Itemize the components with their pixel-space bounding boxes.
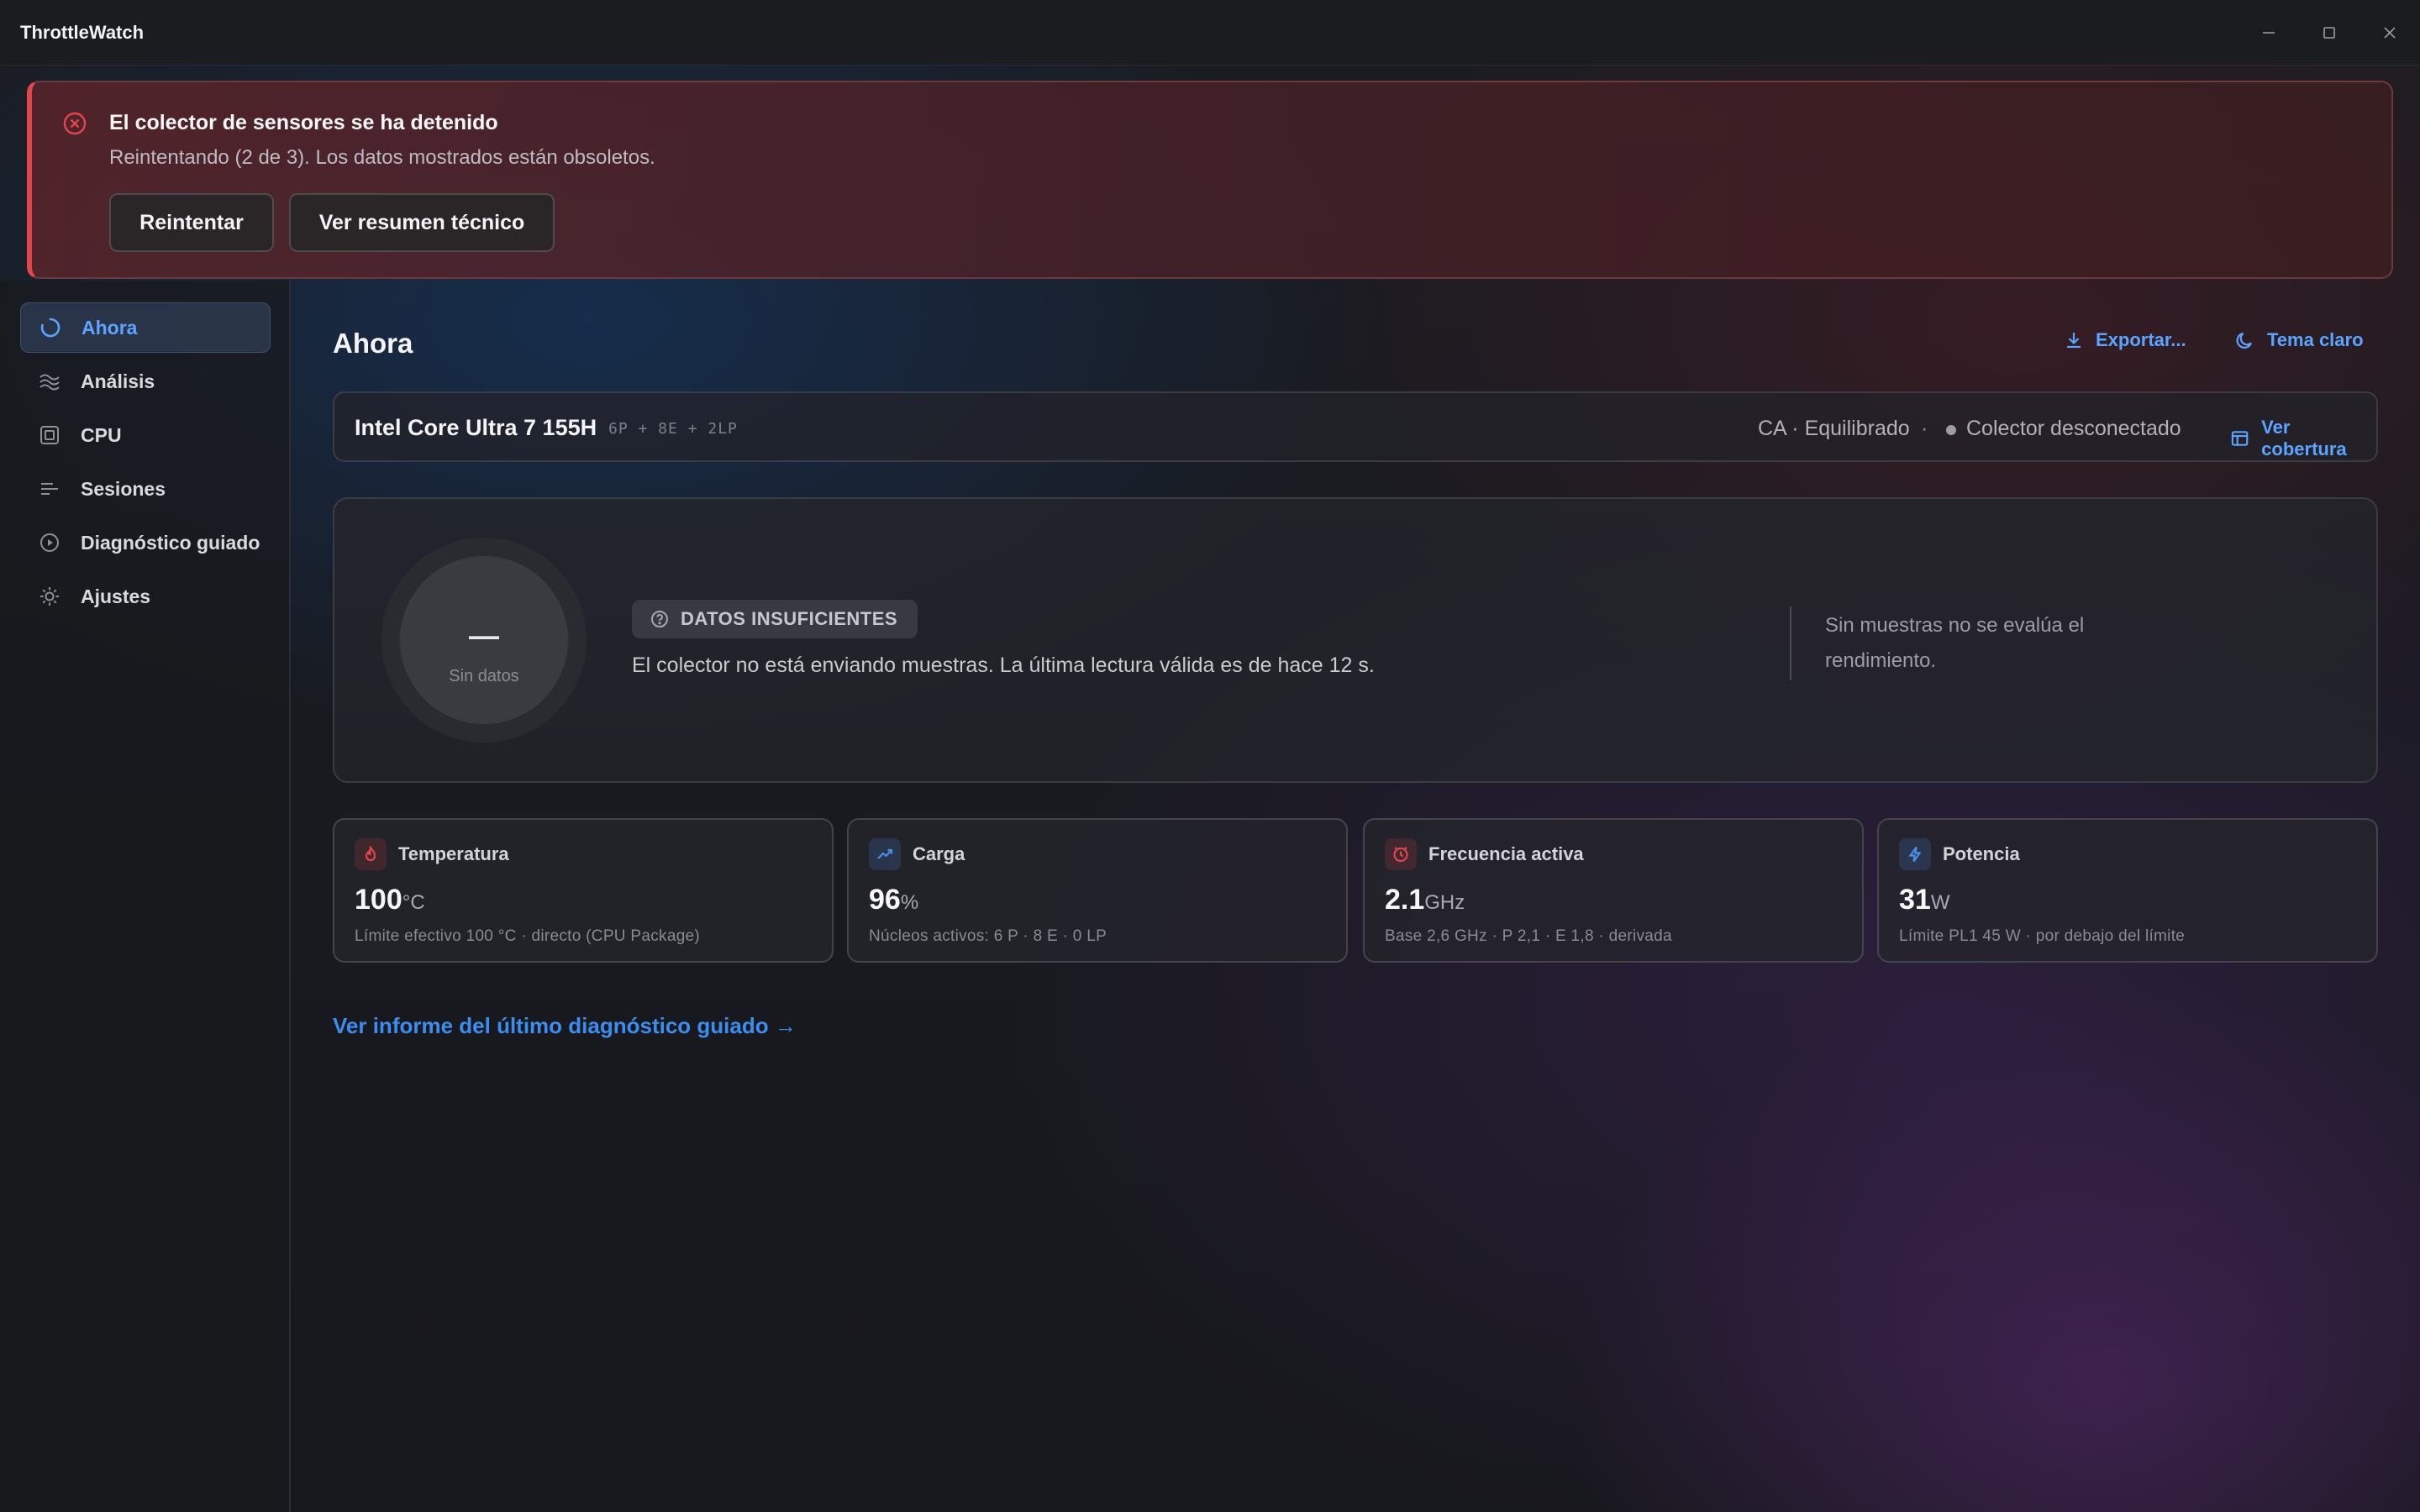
status-dot <box>1946 425 1956 435</box>
error-circle-icon <box>63 112 87 135</box>
maximize-button[interactable] <box>2299 0 2360 66</box>
sidebar-item-ahora[interactable]: Ahora <box>20 302 271 353</box>
app-title: ThrottleWatch <box>20 21 145 43</box>
evaluation-note: Sin muestras no se evalúa el rendimiento… <box>1825 614 2085 672</box>
main-content: Ahora Exportar... Tema claro Intel Core … <box>292 281 2420 1512</box>
flame-icon <box>355 838 387 870</box>
metric-detail: Núcleos activos: 6 P · 8 E · 0 LP <box>869 927 1107 945</box>
metric-value: 31W <box>1899 884 1949 916</box>
sidebar-item-label: Diagnóstico guiado <box>81 531 260 554</box>
sidebar-item-diagnostico[interactable]: Diagnóstico guiado <box>20 517 271 568</box>
power-value: 31 <box>1899 884 1931 916</box>
metric-detail: Base 2,6 GHz · P 2,1 · E 1,8 · derivada <box>1385 927 1672 945</box>
sidebar-item-label: Análisis <box>81 370 155 392</box>
banner-title: El colector de sensores se ha detenido <box>109 111 498 134</box>
frequency-value: 2.1 <box>1385 884 1425 916</box>
download-icon <box>2067 333 2081 349</box>
spinner-icon <box>39 317 61 339</box>
layout-icon <box>2231 431 2249 446</box>
waves-icon <box>39 370 60 392</box>
gear-icon <box>39 585 60 607</box>
sidebar-item-analisis[interactable]: Análisis <box>20 356 271 407</box>
coverage-label: Ver cobertura <box>2261 417 2347 459</box>
maximize-icon <box>2323 27 2335 39</box>
export-label: Exportar... <box>2096 329 2186 350</box>
metric-card-temperature: Temperatura 100°C Límite efectivo 100 °C… <box>333 818 834 963</box>
collector-status: Colector desconectado <box>1966 417 2181 440</box>
metric-card-power: Potencia 31W Límite PL1 45 W · por debaj… <box>1877 818 2378 963</box>
chip-icon <box>39 424 60 446</box>
cpu-core-config: 6P + 8E + 2LP <box>608 420 738 438</box>
temperature-unit: °C <box>402 891 425 914</box>
title-bar: ThrottleWatch <box>0 0 2420 66</box>
page-title: Ahora <box>333 328 413 359</box>
sidebar-item-sesiones[interactable]: Sesiones <box>20 464 271 514</box>
cpu-info-bar: Intel Core Ultra 7 155H 6P + 8E + 2LP CA… <box>333 391 2378 462</box>
clock-icon <box>1385 838 1417 870</box>
metric-card-load: Carga 96% Núcleos activos: 6 P · 8 E · 0… <box>847 818 1348 963</box>
metric-label: Carga <box>913 843 965 864</box>
state-message: El colector no está enviando muestras. L… <box>632 654 1375 677</box>
close-button[interactable] <box>2360 0 2420 66</box>
metric-value: 2.1GHz <box>1385 884 1465 916</box>
moon-icon <box>2236 332 2253 349</box>
close-icon <box>2384 27 2396 39</box>
light-theme-toggle[interactable]: Tema claro <box>2235 329 2364 351</box>
metric-value: 100°C <box>355 884 425 916</box>
export-link[interactable]: Exportar... <box>2064 329 2186 351</box>
gauge-inner: — Sin datos <box>400 556 568 724</box>
gauge-value: — <box>469 618 499 653</box>
retry-button[interactable]: Reintentar <box>109 193 274 252</box>
load-value: 96 <box>869 884 901 916</box>
metric-detail: Límite PL1 45 W · por debajo del límite <box>1899 927 2186 945</box>
power-mode: CA · Equilibrado <box>1758 417 1910 440</box>
window-controls <box>2238 0 2420 66</box>
metric-label: Potencia <box>1943 843 2020 864</box>
metric-detail: Límite efectivo 100 °C · directo (CPU Pa… <box>355 927 701 945</box>
sidebar: Ahora Análisis CPU Sesiones Diagnóstico … <box>0 281 291 1512</box>
metric-card-frequency: Frecuencia activa 2.1GHz Base 2,6 GHz · … <box>1363 818 1864 963</box>
theme-label: Tema claro <box>2267 329 2364 350</box>
metric-value: 96% <box>869 884 918 916</box>
sidebar-item-ajustes[interactable]: Ajustes <box>20 571 271 622</box>
performance-state-card: — Sin datos DATOS INSUFICIENTES El colec… <box>333 497 2378 783</box>
help-circle-icon <box>651 611 668 627</box>
banner-subtitle: Reintentando (2 de 3). Los datos mostrad… <box>109 146 655 169</box>
gauge-label: Sin datos <box>449 667 519 685</box>
status-badge-label: DATOS INSUFICIENTES <box>681 608 898 629</box>
last-diagnostic-report-link[interactable]: Ver informe del último diagnóstico guiad… <box>333 1013 797 1039</box>
sidebar-item-label: Ahora <box>82 316 138 339</box>
load-unit: % <box>900 891 919 914</box>
status-separator: · <box>1921 417 1928 440</box>
temperature-value: 100 <box>355 884 402 916</box>
trend-icon <box>869 838 901 870</box>
power-unit: W <box>1930 891 1950 914</box>
divider <box>1790 606 1791 680</box>
frequency-unit: GHz <box>1424 891 1465 914</box>
performance-gauge: — Sin datos <box>381 538 587 743</box>
bars-icon <box>39 478 60 500</box>
sidebar-item-cpu[interactable]: CPU <box>20 410 271 460</box>
sidebar-item-label: Ajustes <box>81 585 151 607</box>
sidebar-item-label: CPU <box>81 423 122 446</box>
error-banner: El colector de sensores se ha detenido R… <box>27 81 2393 279</box>
cpu-name: Intel Core Ultra 7 155H <box>355 415 597 440</box>
sidebar-item-label: Sesiones <box>81 477 166 500</box>
status-badge: DATOS INSUFICIENTES <box>632 600 918 638</box>
technical-summary-button[interactable]: Ver resumen técnico <box>289 193 555 252</box>
coverage-link[interactable]: Ver cobertura <box>2230 417 2376 460</box>
metric-label: Temperatura <box>398 843 509 864</box>
app-window: ThrottleWatch El colector de sensores se… <box>0 0 2420 1512</box>
play-circle-icon <box>39 532 60 554</box>
minimize-button[interactable] <box>2238 0 2299 66</box>
metric-label: Frecuencia activa <box>1428 843 1584 864</box>
bolt-icon <box>1899 838 1931 870</box>
minimize-icon <box>2263 32 2275 34</box>
